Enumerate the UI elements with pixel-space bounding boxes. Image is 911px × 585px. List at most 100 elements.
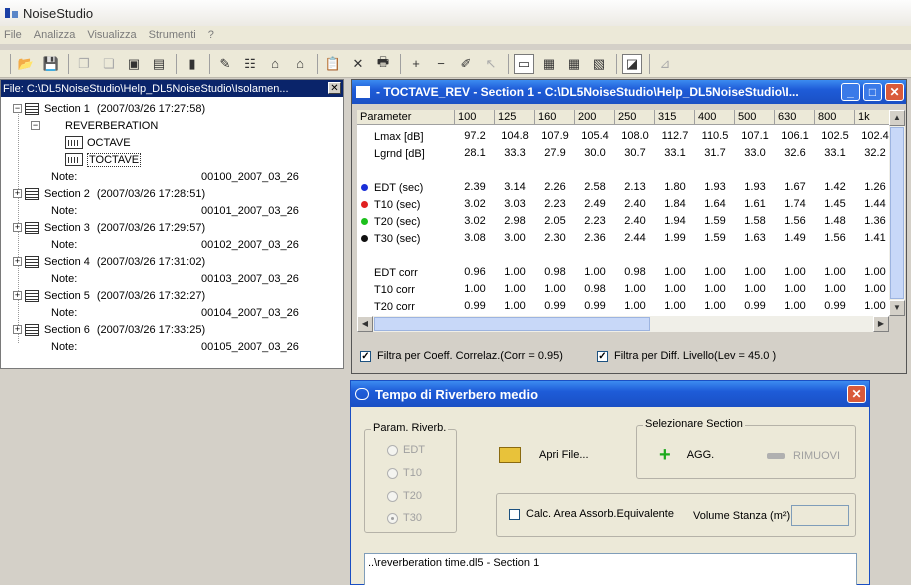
grid-cell: 1.00 xyxy=(624,283,646,295)
meter-icon[interactable]: ▮ xyxy=(182,54,202,74)
home-icon[interactable]: ⌂ xyxy=(290,54,310,74)
grid-cell: 1.56 xyxy=(784,215,806,227)
expand-icon[interactable]: + xyxy=(13,257,22,266)
remove-doc-icon[interactable]: ▤ xyxy=(149,54,169,74)
collapse-icon[interactable]: − xyxy=(31,121,40,130)
section-list-box[interactable]: ..\reverberation time.dl5 - Section 1 xyxy=(364,553,857,585)
radio-t20[interactable]: T20 xyxy=(387,490,422,502)
radio-t10-button[interactable] xyxy=(387,467,398,479)
clipboard-icon[interactable]: 📋 xyxy=(323,54,343,74)
vertical-scrollbar[interactable]: ▲ ▼ xyxy=(889,110,905,316)
copy-doc-icon[interactable]: ❐ xyxy=(74,54,94,74)
report-icon[interactable]: ☷ xyxy=(240,54,260,74)
house-icon[interactable]: ⌂ xyxy=(265,54,285,74)
add-doc-icon[interactable]: ▣ xyxy=(124,54,144,74)
grid-cell: 1.84 xyxy=(664,198,686,210)
grid-cell: 97.2 xyxy=(464,130,486,142)
edit-icon[interactable]: ✐ xyxy=(456,54,476,74)
scroll-right-icon[interactable]: ▶ xyxy=(873,316,889,332)
tree-octave[interactable]: OCTAVE xyxy=(65,134,131,151)
note-label: Note: xyxy=(51,272,78,285)
excel-icon[interactable]: ✕ xyxy=(348,54,368,74)
parameter-grid[interactable]: Parameter 100 125 160 200 250 315 400 500 630 800 1… xyxy=(357,110,889,316)
grid-cell: 1.49 xyxy=(784,232,806,244)
expand-icon[interactable]: + xyxy=(13,223,22,232)
calc-area-checkbox[interactable] xyxy=(509,508,520,520)
grid-cell: 1.00 xyxy=(704,266,726,278)
horizontal-scrollbar[interactable]: ◀ ▶ xyxy=(357,316,889,332)
row-label: EDT corr xyxy=(374,266,418,279)
pointer-icon[interactable]: ↖ xyxy=(481,54,501,74)
wizard-icon[interactable]: ✎ xyxy=(215,54,235,74)
expand-icon[interactable]: + xyxy=(13,291,22,300)
calc-area-row[interactable]: Calc. Area Assorb.Equivalente xyxy=(509,508,674,520)
add-button[interactable]: + AGG. xyxy=(659,445,714,465)
spectrum-icon[interactable]: ⊿ xyxy=(655,54,675,74)
volume-input[interactable] xyxy=(791,505,849,526)
collapse-icon[interactable]: − xyxy=(13,104,22,113)
filter-corr-checkbox[interactable]: ✓ xyxy=(360,350,371,362)
radio-edt[interactable]: EDT xyxy=(387,444,425,456)
close-icon[interactable]: ✕ xyxy=(847,385,866,403)
section-icon xyxy=(25,289,39,302)
paste-doc-icon[interactable]: ❏ xyxy=(99,54,119,74)
tree-reverberation[interactable]: − REVERBERATION xyxy=(31,117,158,134)
menu-file[interactable]: File xyxy=(4,29,22,41)
radio-t30-button[interactable] xyxy=(387,512,398,524)
tree-section-1[interactable]: − Section 1 (2007/03/26 17:27:58) xyxy=(13,100,205,117)
print-icon[interactable]: 🖶 xyxy=(373,54,393,74)
scroll-up-icon[interactable]: ▲ xyxy=(889,110,905,126)
maximize-icon[interactable]: □ xyxy=(863,83,882,101)
yellow-window-icon[interactable]: ▧ xyxy=(589,54,609,74)
radio-t10[interactable]: T10 xyxy=(387,467,422,479)
tree-section-6[interactable]: + Section 6 (2007/03/26 17:33:25) xyxy=(13,321,205,338)
spectrum-doc-icon xyxy=(65,153,83,166)
menu-strumenti[interactable]: Strumenti xyxy=(149,29,196,41)
save-icon[interactable]: 💾 xyxy=(41,54,61,74)
close-icon[interactable]: ✕ xyxy=(885,83,904,101)
minimize-icon[interactable]: _ xyxy=(841,83,860,101)
horizontal-scroll-thumb[interactable] xyxy=(374,317,650,331)
filter-diff-row[interactable]: ✓ Filtra per Diff. Livello(Lev = 45.0 ) xyxy=(597,350,776,362)
tree-section-5[interactable]: + Section 5 (2007/03/26 17:32:27) xyxy=(13,287,205,304)
toolbar-separator xyxy=(616,53,617,74)
radio-t20-button[interactable] xyxy=(387,490,398,502)
toolbar-separator xyxy=(68,53,69,74)
toolbar: 📂 💾 ❐ ❏ ▣ ▤ ▮ ✎ ☷ ⌂ ⌂ 📋 ✕ 🖶 + − ✐ ↖ ▭ ▦ … xyxy=(0,50,911,78)
list-item[interactable]: ..\reverberation time.dl5 - Section 1 xyxy=(368,557,853,569)
menu-help[interactable]: ? xyxy=(208,29,214,41)
plus-icon[interactable]: + xyxy=(406,54,426,74)
graph-active-icon[interactable]: ◪ xyxy=(622,53,642,74)
calc-area-label: Calc. Area Assorb.Equivalente xyxy=(526,508,674,520)
close-icon[interactable]: ✕ xyxy=(328,82,341,94)
radio-t30[interactable]: T30 xyxy=(387,512,422,524)
tree-section-3[interactable]: + Section 3 (2007/03/26 17:29:57) xyxy=(13,219,205,236)
radio-edt-button[interactable] xyxy=(387,444,398,456)
grid-window-icon[interactable]: ▦ xyxy=(564,54,584,74)
window-icon[interactable]: ▭ xyxy=(514,53,534,74)
tree-toctave[interactable]: TOCTAVE xyxy=(65,151,142,168)
header-freq-100: 100 xyxy=(455,110,495,125)
minus-icon[interactable]: − xyxy=(431,54,451,74)
open-file-button[interactable]: Apri File... xyxy=(499,447,589,463)
note-value: 00101_2007_03_26 xyxy=(201,204,299,217)
scroll-left-icon[interactable]: ◀ xyxy=(357,316,373,332)
reverberation-label: REVERBERATION xyxy=(65,119,159,132)
filter-diff-checkbox[interactable]: ✓ xyxy=(597,350,608,362)
chart-window-icon[interactable]: ▦ xyxy=(539,54,559,74)
menu-analizza[interactable]: Analizza xyxy=(34,29,76,41)
open-folder-icon[interactable]: 📂 xyxy=(16,54,36,74)
grid-cell: 2.58 xyxy=(584,181,606,193)
menu-visualizza[interactable]: Visualizza xyxy=(87,29,136,41)
tree-section-4[interactable]: + Section 4 (2007/03/26 17:31:02) xyxy=(13,253,205,270)
tree-section-2[interactable]: + Section 2 (2007/03/26 17:28:51) xyxy=(13,185,205,202)
grid-cell: 102.5 xyxy=(821,130,849,142)
expand-icon[interactable]: + xyxy=(13,189,22,198)
vertical-scroll-thumb[interactable] xyxy=(890,127,904,299)
grid-cell: 1.00 xyxy=(864,300,886,312)
scroll-down-icon[interactable]: ▼ xyxy=(889,300,905,316)
filter-corr-row[interactable]: ✓ Filtra per Coeff. Correlaz.(Corr = 0.9… xyxy=(360,350,563,362)
octave-label: OCTAVE xyxy=(87,136,131,149)
remove-button[interactable]: RIMUOVI xyxy=(767,450,840,462)
expand-icon[interactable]: + xyxy=(13,325,22,334)
